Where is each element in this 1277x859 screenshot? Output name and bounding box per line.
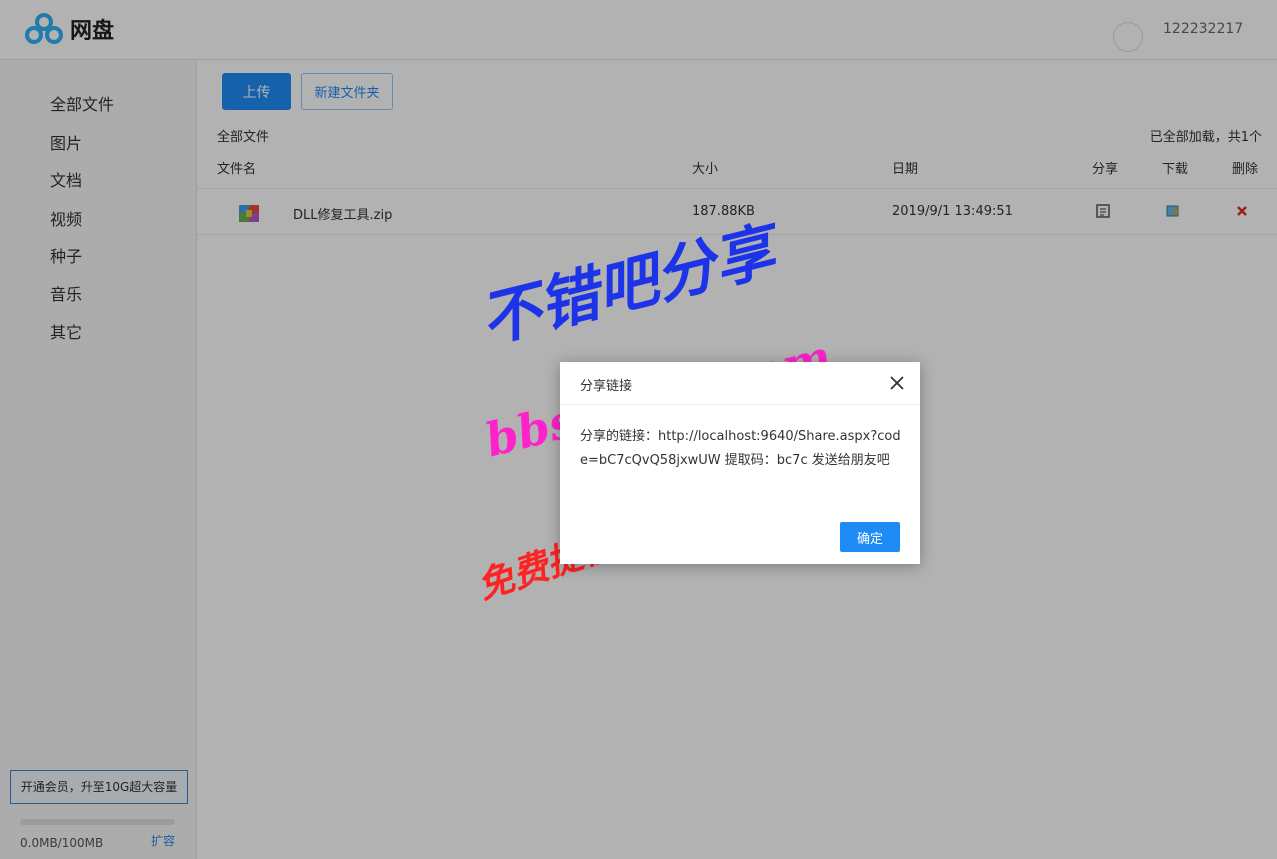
share-link-text[interactable]: 分享的链接：http://localhost:9640/Share.aspx?c… [580, 425, 902, 473]
close-icon[interactable] [888, 374, 906, 392]
share-link-dialog: 分享链接 分享的链接：http://localhost:9640/Share.a… [560, 362, 920, 564]
confirm-button[interactable]: 确定 [840, 522, 900, 552]
dialog-header: 分享链接 [560, 362, 920, 405]
dialog-title: 分享链接 [580, 379, 633, 394]
